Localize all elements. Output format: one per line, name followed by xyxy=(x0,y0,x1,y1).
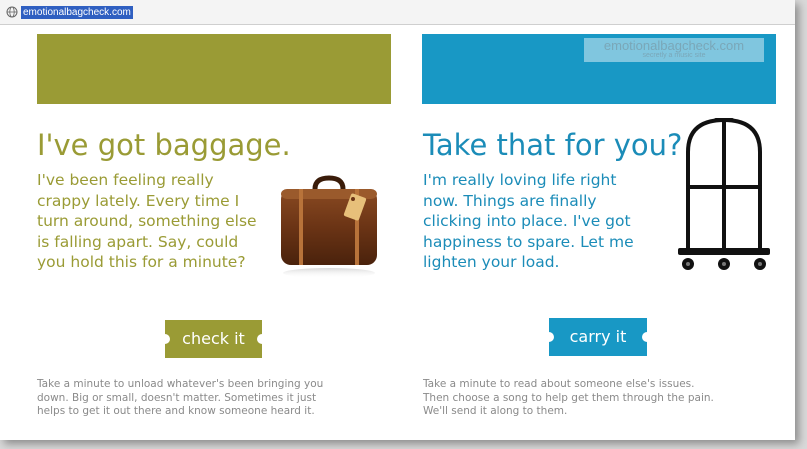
left-caption-line: down. Big or small, doesn't matter. Some… xyxy=(37,391,317,404)
left-caption-line: Take a minute to unload whatever's been … xyxy=(37,378,324,390)
address-bar[interactable]: emotionalbagcheck.com xyxy=(0,0,795,25)
ticket-notch xyxy=(544,332,554,342)
browser-window: emotionalbagcheck.com emotionalbagcheck.… xyxy=(0,0,795,440)
left-body-line: you hold this for a minute? xyxy=(37,253,246,271)
left-body-line: is falling apart. Say, could xyxy=(37,232,239,251)
right-caption: Take a minute to read about someone else… xyxy=(423,378,783,419)
right-heading: Take that for you? xyxy=(423,128,683,162)
site-logo[interactable]: emotionalbagcheck.com secretly a music s… xyxy=(584,38,764,62)
right-body-text: I'm really loving life right now. Things… xyxy=(423,170,673,273)
right-caption-line: We'll send it along to them. xyxy=(423,405,568,417)
left-body-text: I've been feeling really crappy lately. … xyxy=(37,170,287,273)
ticket-notch xyxy=(160,334,170,344)
right-body-line: lighten your load. xyxy=(423,253,560,271)
luggage-cart-icon xyxy=(678,117,770,270)
left-heading: I've got baggage. xyxy=(37,128,291,162)
left-caption: Take a minute to unload whatever's been … xyxy=(37,378,397,419)
check-it-button[interactable]: check it xyxy=(160,320,267,358)
right-body-line: happiness to spare. Let me xyxy=(423,232,634,251)
check-it-label: check it xyxy=(182,329,245,348)
left-body-line: I've been feeling really xyxy=(37,171,214,189)
carry-it-button[interactable]: carry it xyxy=(544,318,652,356)
left-body-line: crappy lately. Every time I xyxy=(37,191,240,210)
left-caption-line: helps to get it out there and know someo… xyxy=(37,405,315,417)
carry-it-label: carry it xyxy=(569,327,627,346)
left-body-line: turn around, something else xyxy=(37,212,257,230)
url-text[interactable]: emotionalbagcheck.com xyxy=(21,6,133,19)
right-caption-line: Then choose a song to help get them thro… xyxy=(423,391,714,404)
site-logo-tagline: secretly a music site xyxy=(642,52,706,59)
right-body-line: I'm really loving life right xyxy=(423,171,617,189)
ticket-notch xyxy=(642,332,652,342)
globe-icon xyxy=(6,6,18,18)
suitcase-icon xyxy=(281,175,377,278)
ticket-notch xyxy=(257,334,267,344)
left-panel-header xyxy=(37,34,391,104)
right-body-line: clicking into place. I've got xyxy=(423,212,631,230)
right-body-line: now. Things are finally xyxy=(423,191,597,210)
right-caption-line: Take a minute to read about someone else… xyxy=(423,378,695,390)
